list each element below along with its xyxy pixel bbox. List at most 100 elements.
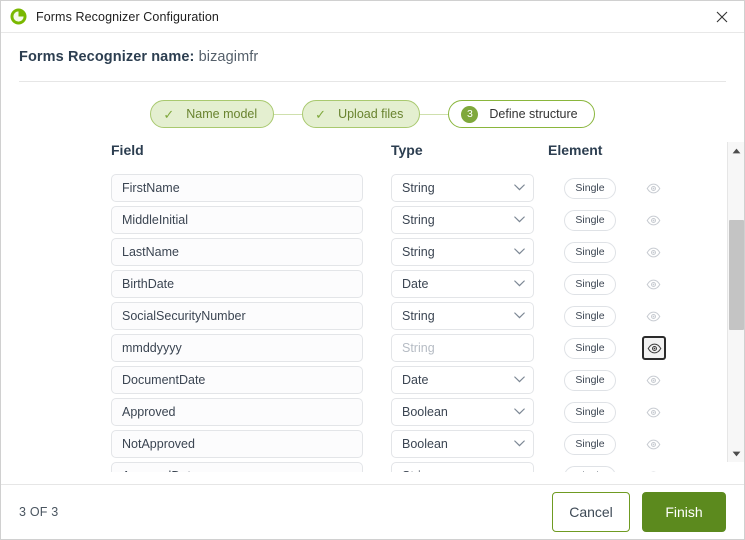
element-badge[interactable]: Single xyxy=(564,433,616,455)
scroll-up-arrow-icon[interactable] xyxy=(728,142,744,159)
chevron-down-icon xyxy=(514,375,525,386)
step-define-structure[interactable]: 3 Define structure xyxy=(448,100,595,128)
eye-icon[interactable] xyxy=(642,241,664,263)
forms-recognizer-name-row: Forms Recognizer name: bizagimfr xyxy=(1,33,744,65)
field-name-input[interactable]: ApprovalDate xyxy=(111,462,363,472)
table-row: mmddyyyy String Single xyxy=(111,332,744,364)
type-select[interactable]: String xyxy=(391,302,534,330)
step-number-badge: 3 xyxy=(461,105,479,123)
forms-recognizer-name-value: bizagimfr xyxy=(198,49,259,65)
step-name-model[interactable]: ✓ Name model xyxy=(150,100,275,128)
element-badge[interactable]: Single xyxy=(564,401,616,423)
fields-table: Field Type Element FirstName String Single… xyxy=(1,142,744,484)
column-header-type: Type xyxy=(391,142,423,158)
type-select-value: Date xyxy=(402,373,429,387)
eye-icon[interactable] xyxy=(642,465,664,472)
table-column-headers: Field Type Element xyxy=(1,142,744,164)
type-select[interactable]: String xyxy=(391,206,534,234)
type-select[interactable]: Boolean xyxy=(391,398,534,426)
chevron-down-icon xyxy=(514,279,525,290)
table-rows-viewport: FirstName String Single MiddleInitial String… xyxy=(1,172,744,472)
element-badge[interactable]: Single xyxy=(564,209,616,231)
scroll-down-arrow-icon[interactable] xyxy=(728,445,744,462)
type-select-value: String xyxy=(402,469,435,472)
table-row: SocialSecurityNumber String Single xyxy=(111,300,744,332)
forms-recognizer-dialog: Forms Recognizer Configuration Forms Rec… xyxy=(0,0,745,540)
scrollbar-thumb[interactable] xyxy=(729,220,744,330)
step-label: Name model xyxy=(186,107,258,121)
element-badge[interactable]: Single xyxy=(564,465,616,472)
type-select-value: Date xyxy=(402,277,429,291)
step-label: Define structure xyxy=(489,107,578,121)
finish-button[interactable]: Finish xyxy=(642,492,726,532)
field-name-input[interactable]: SocialSecurityNumber xyxy=(111,302,363,330)
field-name-input[interactable]: DocumentDate xyxy=(111,366,363,394)
eye-icon[interactable] xyxy=(642,305,664,327)
type-select[interactable]: Date xyxy=(391,270,534,298)
element-badge[interactable]: Single xyxy=(564,241,616,263)
title-bar: Forms Recognizer Configuration xyxy=(1,1,744,33)
type-select[interactable]: Boolean xyxy=(391,430,534,458)
chevron-down-icon xyxy=(514,183,525,194)
step-connector xyxy=(274,113,303,115)
eye-icon[interactable] xyxy=(642,433,664,455)
field-name-input[interactable]: MiddleInitial xyxy=(111,206,363,234)
type-select[interactable]: String xyxy=(391,174,534,202)
table-row: MiddleInitial String Single xyxy=(111,204,744,236)
type-select-value: Boolean xyxy=(402,437,448,451)
step-upload-files[interactable]: ✓ Upload files xyxy=(302,100,421,128)
vertical-scrollbar[interactable] xyxy=(727,142,744,462)
chevron-down-icon xyxy=(514,215,525,226)
element-badge[interactable]: Single xyxy=(564,177,616,199)
table-row: FirstName String Single xyxy=(111,172,744,204)
eye-icon[interactable] xyxy=(642,369,664,391)
element-badge[interactable]: Single xyxy=(564,305,616,327)
table-row: NotApproved Boolean Single xyxy=(111,428,744,460)
type-select[interactable]: Date xyxy=(391,366,534,394)
type-select-value: String xyxy=(402,213,435,227)
eye-icon[interactable] xyxy=(642,336,666,360)
field-name-input[interactable]: FirstName xyxy=(111,174,363,202)
chevron-down-icon xyxy=(514,247,525,258)
check-icon: ✓ xyxy=(163,106,175,122)
field-name-input[interactable]: NotApproved xyxy=(111,430,363,458)
step-connector xyxy=(420,113,449,115)
field-name-input[interactable]: mmddyyyy xyxy=(111,334,363,362)
field-name-input[interactable]: BirthDate xyxy=(111,270,363,298)
chevron-down-icon xyxy=(514,439,525,450)
element-badge[interactable]: Single xyxy=(564,273,616,295)
step-label: Upload files xyxy=(338,107,404,121)
table-row: Approved Boolean Single xyxy=(111,396,744,428)
element-badge[interactable]: Single xyxy=(564,337,616,359)
type-select: String xyxy=(391,334,534,362)
table-row: ApprovalDate String Single xyxy=(111,460,744,472)
table-row: BirthDate Date Single xyxy=(111,268,744,300)
dialog-footer: 3 OF 3 Cancel Finish xyxy=(1,484,744,539)
forms-recognizer-name-label: Forms Recognizer name: xyxy=(19,49,195,65)
eye-icon[interactable] xyxy=(642,177,664,199)
check-icon: ✓ xyxy=(315,106,327,122)
type-select-value: Boolean xyxy=(402,405,448,419)
type-select-value: String xyxy=(402,181,435,195)
eye-icon[interactable] xyxy=(642,401,664,423)
type-select-value: String xyxy=(402,309,435,323)
type-select[interactable]: String xyxy=(391,462,534,472)
field-name-input[interactable]: Approved xyxy=(111,398,363,426)
wizard-stepper: ✓ Name model ✓ Upload files 3 Define str… xyxy=(1,100,744,128)
field-name-input[interactable]: LastName xyxy=(111,238,363,266)
eye-icon[interactable] xyxy=(642,273,664,295)
type-select[interactable]: String xyxy=(391,238,534,266)
bizagi-green-circle-icon xyxy=(10,8,27,25)
type-select-value: String xyxy=(402,341,435,355)
header-divider xyxy=(19,81,726,82)
cancel-button[interactable]: Cancel xyxy=(552,492,630,532)
type-select-value: String xyxy=(402,245,435,259)
page-count: 3 OF 3 xyxy=(19,505,59,519)
eye-icon[interactable] xyxy=(642,209,664,231)
element-badge[interactable]: Single xyxy=(564,369,616,391)
dialog-body: Forms Recognizer name: bizagimfr ✓ Name … xyxy=(1,33,744,484)
close-icon[interactable] xyxy=(700,1,744,32)
window-title: Forms Recognizer Configuration xyxy=(36,9,219,24)
chevron-down-icon xyxy=(514,471,525,472)
column-header-field: Field xyxy=(111,142,144,158)
